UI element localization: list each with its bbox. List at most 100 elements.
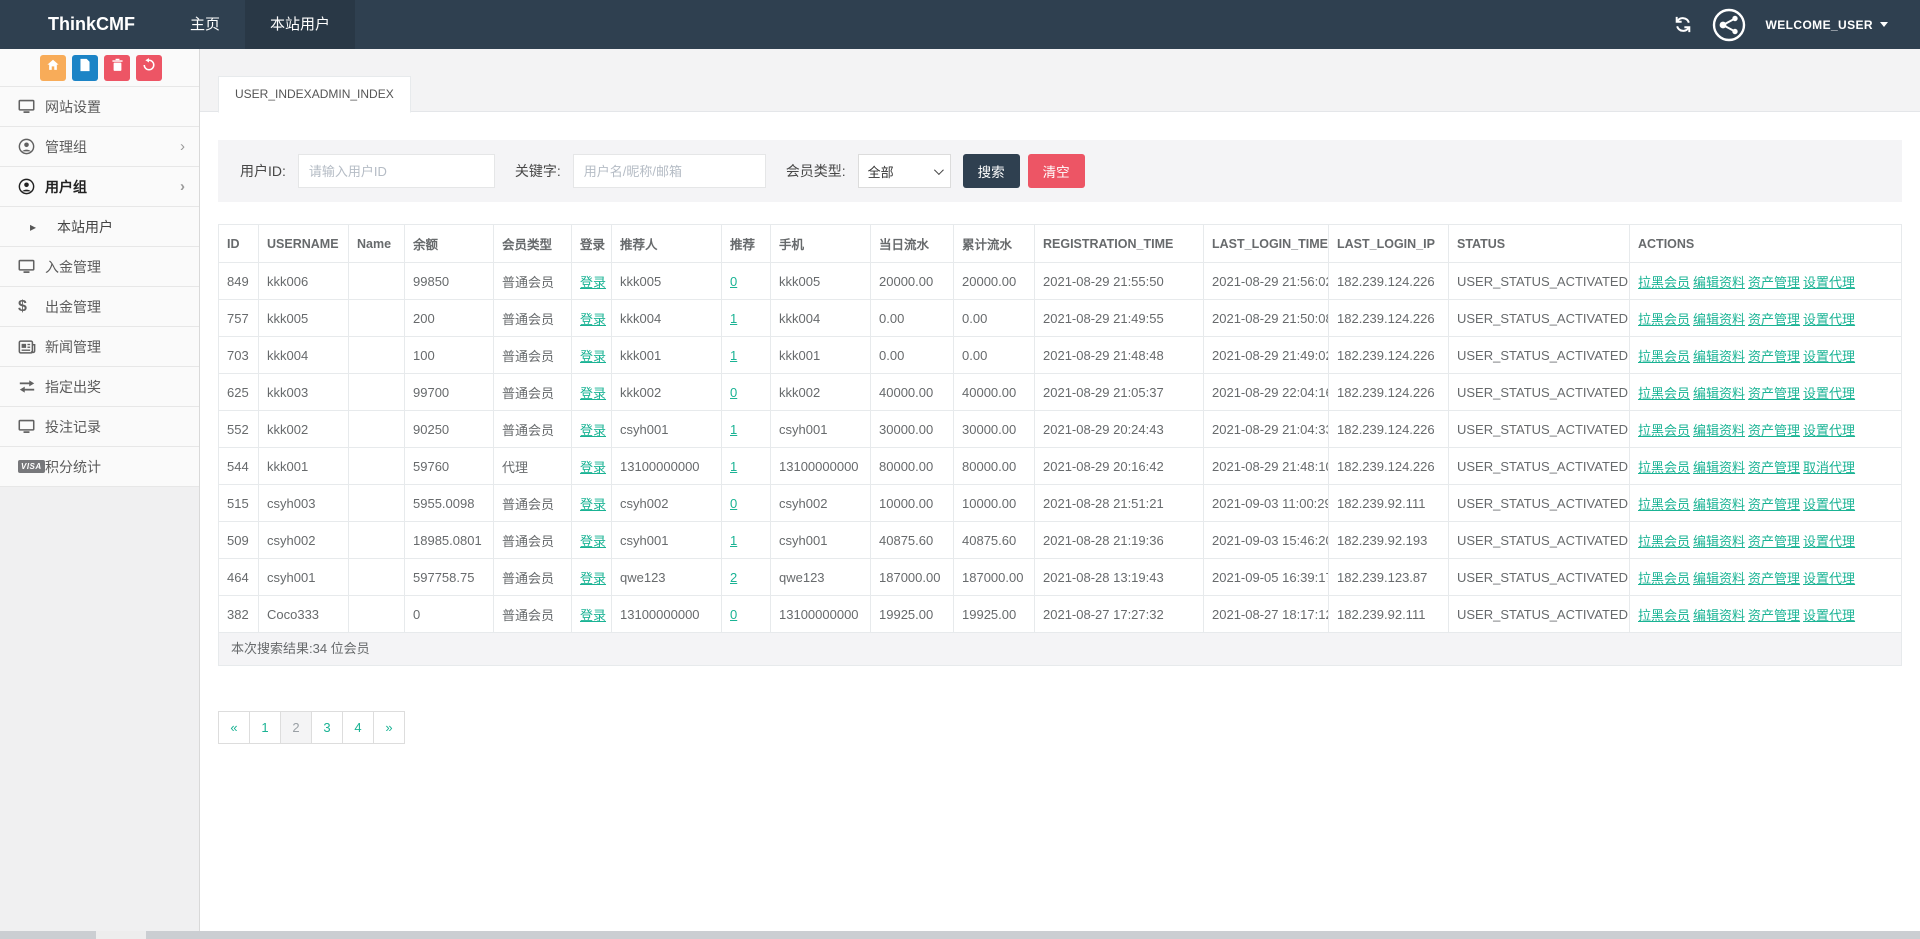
login-link[interactable]: 登录 [580, 386, 606, 401]
file-button[interactable] [72, 55, 98, 81]
user-menu[interactable]: WELCOME_USER [1766, 18, 1888, 32]
action-link[interactable]: 资产管理 [1748, 386, 1800, 401]
pagination-button[interactable]: « [218, 711, 250, 744]
login-link[interactable]: 登录 [580, 312, 606, 327]
refresh-icon[interactable] [1674, 16, 1692, 33]
ref-link[interactable]: 1 [730, 311, 737, 326]
sidebar-item-2[interactable]: 管理组› [0, 127, 199, 167]
action-link[interactable]: 编辑资料 [1693, 423, 1745, 438]
cell-actions: 拉黑会员编辑资料资产管理设置代理 [1630, 596, 1902, 633]
cell-name [349, 522, 405, 559]
login-link[interactable]: 登录 [580, 497, 606, 512]
scrollbar-thumb[interactable] [96, 931, 146, 939]
ref-link[interactable]: 1 [730, 533, 737, 548]
pagination-button[interactable]: 2 [280, 711, 312, 744]
login-link[interactable]: 登录 [580, 460, 606, 475]
ref-link[interactable]: 0 [730, 496, 737, 511]
ref-link[interactable]: 0 [730, 274, 737, 289]
login-link[interactable]: 登录 [580, 349, 606, 364]
ref-link[interactable]: 1 [730, 348, 737, 363]
sidebar-item-7[interactable]: 新闻管理 [0, 327, 199, 367]
action-link[interactable]: 设置代理 [1803, 571, 1855, 586]
action-link[interactable]: 设置代理 [1803, 497, 1855, 512]
horizontal-scrollbar[interactable] [0, 931, 1920, 939]
action-link[interactable]: 资产管理 [1748, 349, 1800, 364]
action-link[interactable]: 编辑资料 [1693, 312, 1745, 327]
action-link[interactable]: 编辑资料 [1693, 386, 1745, 401]
ref-link[interactable]: 0 [730, 385, 737, 400]
action-link[interactable]: 拉黑会员 [1638, 275, 1690, 290]
action-link[interactable]: 设置代理 [1803, 275, 1855, 290]
sidebar-item-5[interactable]: 入金管理 [0, 247, 199, 287]
home-button[interactable] [40, 55, 66, 81]
action-link[interactable]: 拉黑会员 [1638, 534, 1690, 549]
sidebar-item-10[interactable]: VISA积分统计 [0, 447, 199, 487]
action-link[interactable]: 编辑资料 [1693, 534, 1745, 549]
action-link[interactable]: 设置代理 [1803, 349, 1855, 364]
avatar[interactable] [1712, 8, 1746, 42]
action-link[interactable]: 拉黑会员 [1638, 423, 1690, 438]
sidebar-item-3[interactable]: 用户组› [0, 167, 199, 207]
action-link[interactable]: 设置代理 [1803, 534, 1855, 549]
ref-link[interactable]: 0 [730, 607, 737, 622]
action-link[interactable]: 取消代理 [1803, 460, 1855, 475]
tab-user-index[interactable]: USER_INDEXADMIN_INDEX [218, 76, 411, 113]
login-link[interactable]: 登录 [580, 423, 606, 438]
action-link[interactable]: 设置代理 [1803, 608, 1855, 623]
action-link[interactable]: 拉黑会员 [1638, 460, 1690, 475]
keyword-input[interactable] [573, 154, 766, 188]
action-link[interactable]: 资产管理 [1748, 460, 1800, 475]
action-link[interactable]: 拉黑会员 [1638, 571, 1690, 586]
pagination-button[interactable]: 4 [342, 711, 374, 744]
action-link[interactable]: 设置代理 [1803, 312, 1855, 327]
action-link[interactable]: 拉黑会员 [1638, 386, 1690, 401]
action-link[interactable]: 编辑资料 [1693, 497, 1745, 512]
cell-referrer: kkk002 [612, 374, 722, 411]
navbar-tab[interactable]: 主页 [165, 0, 245, 49]
action-link[interactable]: 编辑资料 [1693, 608, 1745, 623]
pagination-button[interactable]: » [373, 711, 405, 744]
action-link[interactable]: 设置代理 [1803, 386, 1855, 401]
pagination-button[interactable]: 3 [311, 711, 343, 744]
navbar-tab[interactable]: 本站用户 [245, 0, 355, 49]
action-link[interactable]: 资产管理 [1748, 497, 1800, 512]
action-link[interactable]: 拉黑会员 [1638, 608, 1690, 623]
ref-link[interactable]: 1 [730, 422, 737, 437]
action-link[interactable]: 编辑资料 [1693, 571, 1745, 586]
pagination-button[interactable]: 1 [249, 711, 281, 744]
action-link[interactable]: 资产管理 [1748, 571, 1800, 586]
action-link[interactable]: 资产管理 [1748, 608, 1800, 623]
clear-button[interactable]: 清空 [1028, 154, 1085, 188]
sidebar-item-4[interactable]: ▸本站用户 [0, 207, 199, 247]
login-link[interactable]: 登录 [580, 534, 606, 549]
action-link[interactable]: 拉黑会员 [1638, 349, 1690, 364]
action-link[interactable]: 资产管理 [1748, 275, 1800, 290]
sidebar-item-1[interactable]: 网站设置 [0, 87, 199, 127]
brand-logo[interactable]: ThinkCMF [0, 0, 165, 49]
ref-link[interactable]: 1 [730, 459, 737, 474]
action-link[interactable]: 编辑资料 [1693, 349, 1745, 364]
trash-button[interactable] [104, 55, 130, 81]
cell-reg_time: 2021-08-29 21:48:48 [1035, 337, 1204, 374]
action-link[interactable]: 资产管理 [1748, 534, 1800, 549]
action-link[interactable]: 编辑资料 [1693, 275, 1745, 290]
action-link[interactable]: 资产管理 [1748, 312, 1800, 327]
cell-phone: 13100000000 [771, 448, 871, 485]
login-link[interactable]: 登录 [580, 608, 606, 623]
sidebar-item-6[interactable]: $出金管理 [0, 287, 199, 327]
recycle-icon [142, 58, 156, 77]
sidebar-item-8[interactable]: 指定出奖 [0, 367, 199, 407]
login-link[interactable]: 登录 [580, 275, 606, 290]
action-link[interactable]: 设置代理 [1803, 423, 1855, 438]
action-link[interactable]: 编辑资料 [1693, 460, 1745, 475]
login-link[interactable]: 登录 [580, 571, 606, 586]
ref-link[interactable]: 2 [730, 570, 737, 585]
action-link[interactable]: 资产管理 [1748, 423, 1800, 438]
search-button[interactable]: 搜索 [963, 154, 1020, 188]
action-link[interactable]: 拉黑会员 [1638, 497, 1690, 512]
sidebar-item-9[interactable]: 投注记录 [0, 407, 199, 447]
member-type-select[interactable]: 全部 [858, 154, 951, 188]
recycle-button[interactable] [136, 55, 162, 81]
action-link[interactable]: 拉黑会员 [1638, 312, 1690, 327]
user-id-input[interactable] [298, 154, 495, 188]
